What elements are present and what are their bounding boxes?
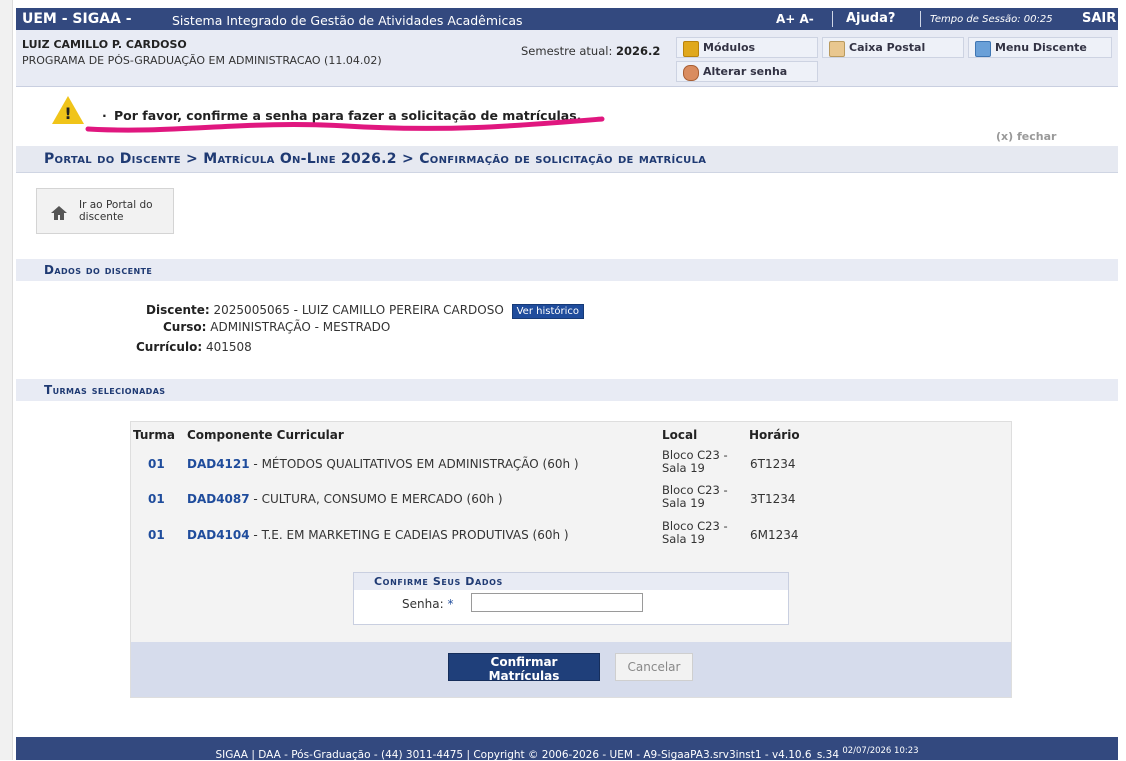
column-header-component: Componente Curricular [187, 428, 344, 442]
confirm-data-box: Confirme Seus Dados Senha: * [353, 572, 789, 625]
class-number[interactable]: 01 [148, 457, 165, 471]
cancel-button[interactable]: Cancelar [615, 653, 693, 681]
password-label-text: Senha: [402, 597, 444, 611]
section-header-classes: Turmas selecionadas [16, 379, 1118, 401]
component-cell: DAD4104 - T.E. EM MARKETING E CADEIAS PR… [187, 528, 569, 542]
component-name: - CULTURA, CONSUMO E MERCADO (60h ) [249, 492, 503, 506]
page: UEM - SIGAA - Sistema Integrado de Gestã… [16, 0, 1118, 761]
location-line1: Bloco C23 - [662, 483, 728, 497]
component-code-link[interactable]: DAD4087 [187, 492, 250, 506]
required-marker: * [447, 597, 454, 611]
section-title-classes: Turmas selecionadas [44, 383, 166, 397]
confirm-enrollment-button[interactable]: Confirmar Matrículas [448, 653, 600, 683]
course-value: ADMINISTRAÇÃO - MESTRADO [210, 320, 391, 334]
course-row: Curso: ADMINISTRAÇÃO - MESTRADO [163, 320, 390, 334]
action-button-bar: Confirmar Matrículas Cancelar [131, 642, 1011, 697]
confirm-box-header: Confirme Seus Dados [354, 573, 788, 590]
password-label: Senha: * [402, 597, 453, 611]
component-code-link[interactable]: DAD4104 [187, 528, 250, 542]
portal-label-line2: discente [79, 211, 124, 223]
home-icon [51, 206, 67, 220]
curriculum-label: Currículo: [136, 340, 203, 354]
component-code-link[interactable]: DAD4121 [187, 457, 250, 471]
portal-label-line1: Ir ao Portal do [79, 199, 153, 211]
go-to-portal-button[interactable]: Ir ao Portal do discente [36, 188, 174, 234]
section-header-student: Dados do discente [16, 259, 1118, 281]
column-header-local: Local [662, 428, 698, 442]
location-cell: Bloco C23 - Sala 19 [662, 520, 728, 546]
footer: SIGAA | DAA - Pós-Graduação - (44) 3011-… [16, 737, 1118, 761]
password-input[interactable] [471, 593, 643, 612]
location-line1: Bloco C23 - [662, 448, 728, 462]
column-header-turma: Turma [133, 428, 175, 442]
column-header-schedule: Horário [749, 428, 800, 442]
confirm-box-title: Confirme Seus Dados [374, 575, 503, 588]
location-line1: Bloco C23 - [662, 519, 728, 533]
breadcrumb: Portal do Discente > Matrícula On-Line 2… [16, 146, 1118, 173]
portal-button-label: Ir ao Portal do discente [79, 199, 153, 223]
course-label: Curso: [163, 320, 207, 334]
student-value: 2025005065 - LUIZ CAMILLO PEREIRA CARDOS… [213, 303, 504, 317]
footer-timestamp: 02/07/2026 10:23 [842, 746, 919, 756]
section-title-student: Dados do discente [44, 263, 153, 277]
schedule-cell: 6T1234 [750, 457, 796, 471]
component-cell: DAD4087 - CULTURA, CONSUMO E MERCADO (60… [187, 492, 503, 506]
location-cell: Bloco C23 - Sala 19 [662, 449, 728, 475]
component-cell: DAD4121 - MÉTODOS QUALITATIVOS EM ADMINI… [187, 457, 579, 471]
footer-text: SIGAA | DAA - Pós-Graduação - (44) 3011-… [215, 744, 919, 761]
location-line2: Sala 19 [662, 496, 705, 510]
curriculum-row: Currículo: 401508 [136, 340, 252, 354]
curriculum-value: 401508 [205, 340, 252, 354]
student-label: Discente: [146, 303, 210, 317]
component-name: - T.E. EM MARKETING E CADEIAS PRODUTIVAS… [249, 528, 569, 542]
location-line2: Sala 19 [662, 461, 705, 475]
schedule-cell: 6M1234 [750, 528, 799, 542]
class-number[interactable]: 01 [148, 492, 165, 506]
breadcrumb-text: Portal do Discente > Matrícula On-Line 2… [44, 151, 707, 167]
left-scroll-gutter [0, 0, 13, 760]
view-history-button[interactable]: Ver histórico [511, 304, 584, 319]
location-line2: Sala 19 [662, 532, 705, 546]
component-name: - MÉTODOS QUALITATIVOS EM ADMINISTRAÇÃO … [249, 457, 579, 471]
classes-table: Turma Componente Curricular Local Horári… [130, 421, 1012, 698]
location-cell: Bloco C23 - Sala 19 [662, 484, 728, 510]
class-number[interactable]: 01 [148, 528, 165, 542]
student-row: Discente: 2025005065 - LUIZ CAMILLO PERE… [146, 303, 584, 319]
footer-copyright: SIGAA | DAA - Pós-Graduação - (44) 3011-… [215, 749, 843, 761]
pink-highlight-stroke [85, 116, 605, 133]
schedule-cell: 3T1234 [750, 492, 796, 506]
